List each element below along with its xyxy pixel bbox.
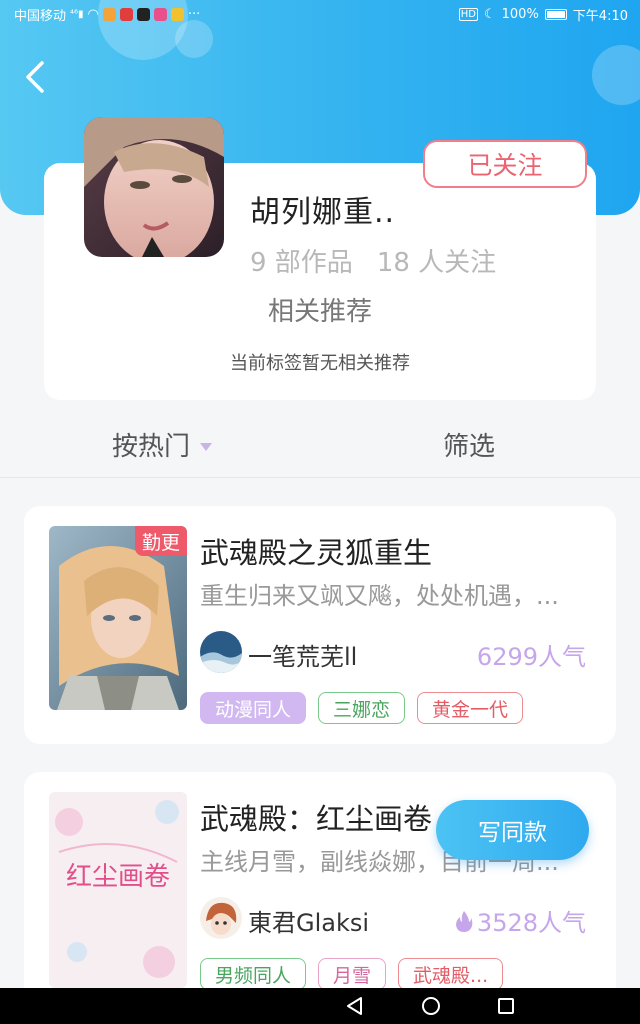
- related-empty-message: 当前标签暂无相关推荐: [230, 353, 410, 374]
- followers-count: 18 人关注: [376, 248, 497, 278]
- tag-chip[interactable]: 男频同人: [200, 958, 307, 988]
- author-name[interactable]: 一笔荒芜ll: [248, 637, 357, 672]
- tag-chip[interactable]: 动漫同人: [200, 692, 307, 724]
- battery-icon: [544, 9, 567, 20]
- hd-icon: HD: [458, 8, 478, 21]
- tag-chip[interactable]: 三娜恋: [318, 692, 406, 724]
- work-card[interactable]: 勤更 武魂殿之灵狐重生 重生归来又飒又飚，处处机遇，... 一笔荒芜ll 629…: [24, 506, 616, 744]
- carrier-label: 中国移动: [14, 9, 67, 24]
- popularity-text: 6299人气: [476, 643, 586, 671]
- works-count: 9 部作品: [250, 248, 353, 278]
- popularity-text: 3528人气: [476, 909, 586, 937]
- filter-button[interactable]: 筛选: [443, 426, 495, 463]
- tag-title: 胡列娜重..: [250, 195, 396, 230]
- work-title[interactable]: 武魂殿：红尘画卷: [200, 796, 432, 838]
- home-circle-icon[interactable]: [421, 996, 441, 1016]
- cover-title: 红尘画卷: [65, 862, 170, 892]
- more-notifications: ···: [187, 7, 201, 22]
- sort-by-hot-dropdown[interactable]: 按热门: [112, 426, 213, 463]
- flame-icon: [455, 910, 473, 932]
- notification-app-icon: [102, 8, 116, 21]
- author-name[interactable]: 東君Glaksi: [248, 903, 369, 938]
- chevron-left-icon: [26, 61, 44, 93]
- popularity-count: 3528人气: [455, 903, 586, 938]
- notification-app-icon: [153, 8, 167, 21]
- follow-button[interactable]: 已关注: [423, 140, 587, 188]
- signal-icon: ⁴⁶▮: [70, 9, 84, 20]
- system-nav-bar: [0, 988, 640, 1024]
- back-button[interactable]: [22, 60, 52, 94]
- clock: 下午4:10: [572, 9, 628, 24]
- sort-hot-label: 按热门: [112, 432, 191, 462]
- sort-bar: 按热门 筛选: [0, 410, 640, 478]
- notification-app-icon: [136, 8, 150, 21]
- status-bar: 中国移动 ⁴⁶▮ ◠ ··· HD ☾ 100% 下午4:10: [0, 0, 640, 26]
- related-recommendations-title: 相关推荐: [267, 297, 372, 327]
- tag-chip[interactable]: 黄金一代: [417, 692, 524, 724]
- tag-chip[interactable]: 武魂殿...: [398, 958, 504, 988]
- work-cover: 红尘画卷: [49, 792, 187, 988]
- recents-square-icon[interactable]: [497, 997, 515, 1015]
- battery-percent: 100%: [501, 7, 539, 22]
- wifi-icon: ◠: [87, 7, 99, 22]
- notification-app-icon: [119, 8, 133, 21]
- work-description: 重生归来又飒又飚，处处机遇，...: [200, 582, 559, 610]
- moon-icon: ☾: [483, 7, 496, 22]
- update-badge: 勤更: [135, 526, 187, 556]
- work-tags: 男频同人 月雪 武魂殿...: [200, 958, 504, 988]
- write-same-style-button[interactable]: 写同款: [436, 800, 589, 860]
- work-tags: 动漫同人 三娜恋 黄金一代: [200, 692, 524, 724]
- work-cover: 勤更: [49, 526, 187, 710]
- tag-stats: 9 部作品 18 人关注: [250, 242, 496, 279]
- back-triangle-icon[interactable]: [345, 996, 365, 1016]
- author-avatar[interactable]: [200, 897, 242, 939]
- popularity-count: 6299人气: [477, 637, 586, 672]
- tag-avatar: [84, 117, 224, 257]
- author-avatar[interactable]: [200, 631, 242, 673]
- tag-chip[interactable]: 月雪: [318, 958, 387, 988]
- work-title[interactable]: 武魂殿之灵狐重生: [200, 530, 432, 572]
- notification-app-icon: [170, 8, 184, 21]
- dropdown-triangle-icon: [200, 442, 213, 451]
